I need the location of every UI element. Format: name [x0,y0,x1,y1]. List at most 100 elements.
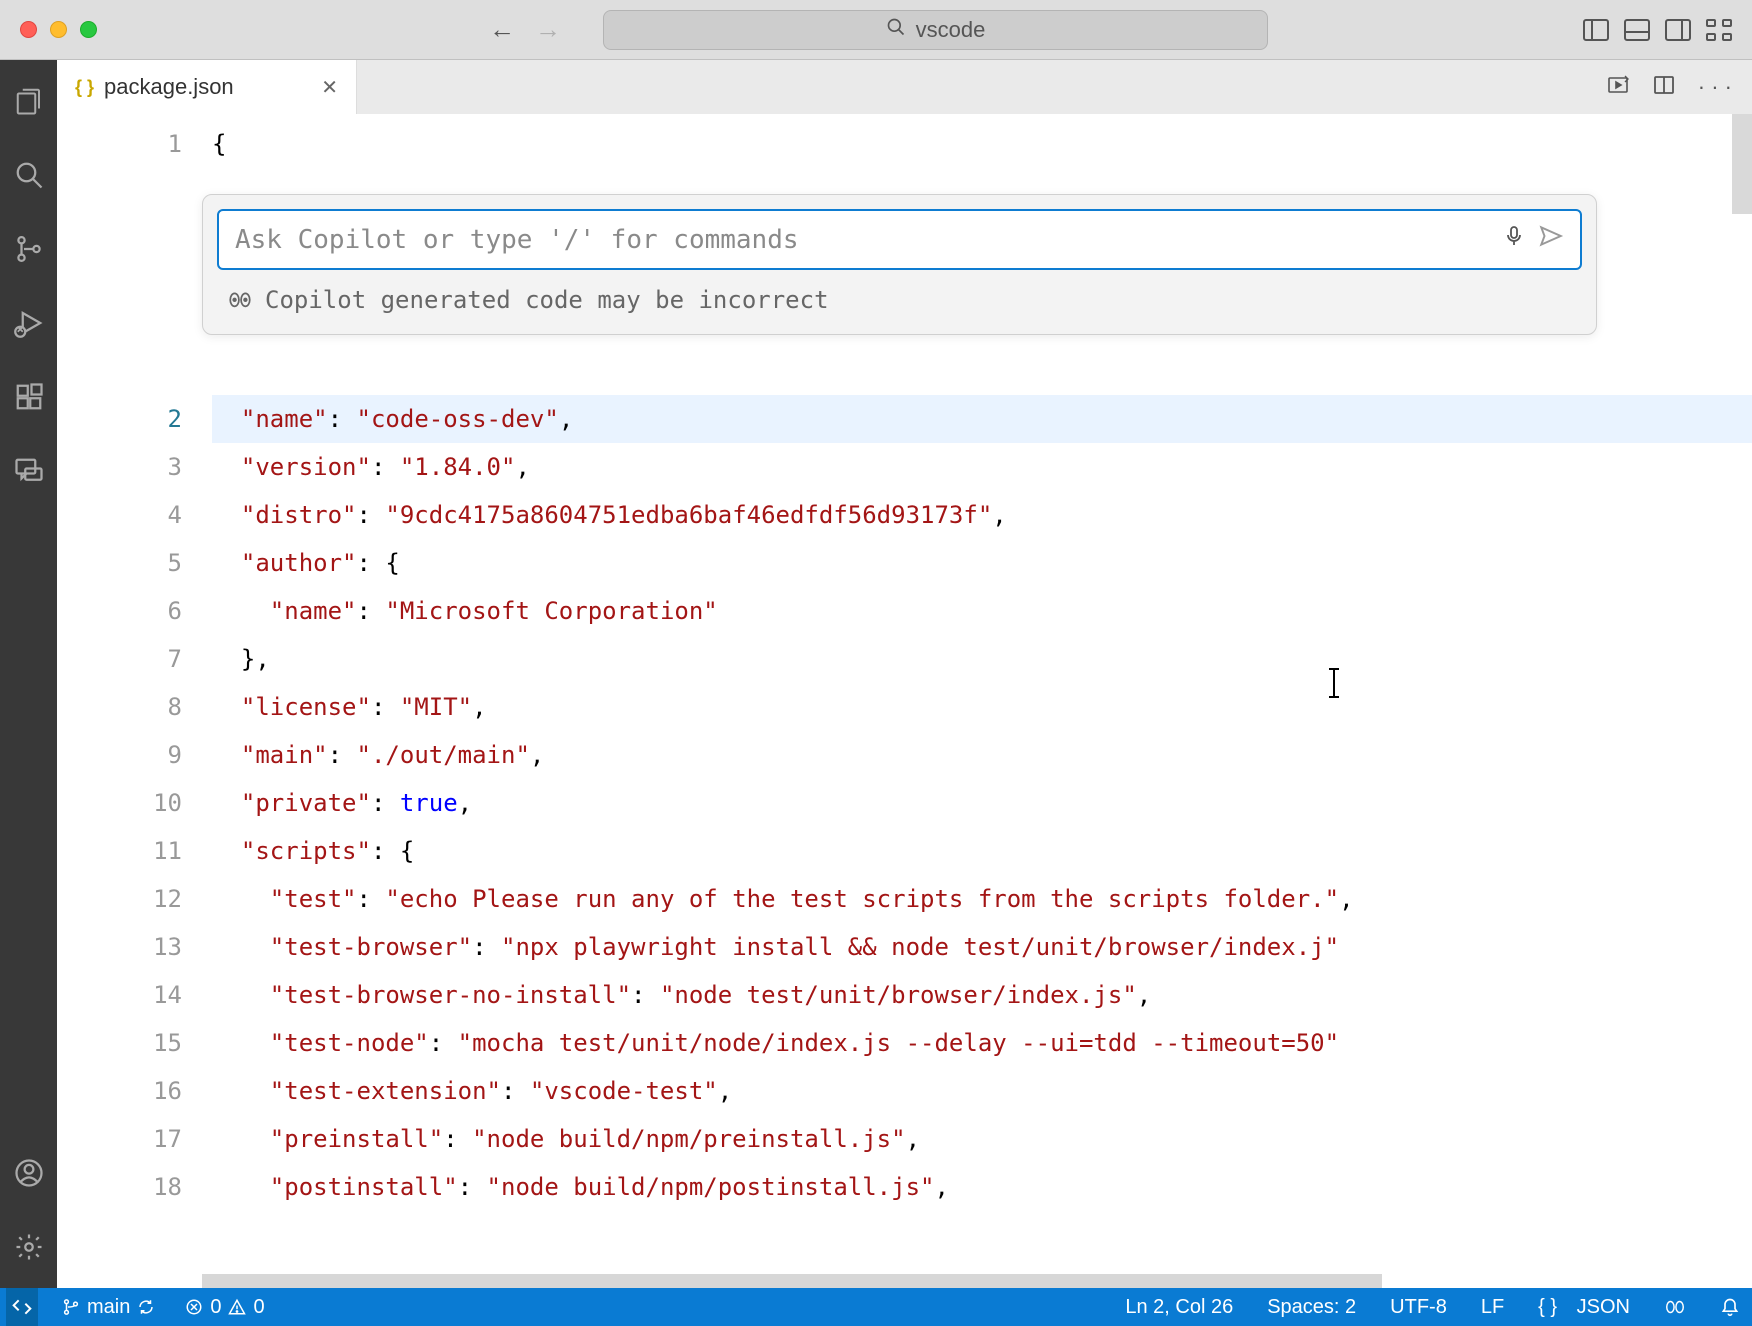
text-cursor [1333,668,1335,698]
warning-icon [228,1298,246,1316]
line-number: 5 [57,539,182,587]
microphone-icon[interactable] [1502,224,1526,255]
cursor-position[interactable]: Ln 2, Col 26 [1119,1296,1239,1319]
code-line[interactable]: "test-browser": "npx playwright install … [212,923,1752,971]
code-line[interactable]: "scripts": { [212,827,1752,875]
copilot-input[interactable] [235,225,1490,255]
remote-indicator[interactable] [6,1288,38,1326]
code-line[interactable]: "test-extension": "vscode-test", [212,1067,1752,1115]
line-number: 14 [57,971,182,1019]
code-line[interactable]: }, [212,635,1752,683]
more-actions-icon[interactable]: · · · [1698,74,1732,100]
source-control-icon[interactable] [13,233,45,265]
git-branch-status[interactable]: main [56,1296,161,1319]
tab-package-json[interactable]: { } package.json ✕ [57,60,357,114]
toggle-primary-sidebar-icon[interactable] [1583,19,1609,41]
title-bar: ← → vscode [0,0,1752,60]
code-line[interactable]: "test-node": "mocha test/unit/node/index… [212,1019,1752,1067]
line-number: 13 [57,923,182,971]
nav-forward-icon[interactable]: → [535,14,561,45]
code-line[interactable]: "name": "code-oss-dev", [212,395,1752,443]
problems-status[interactable]: 0 0 [179,1296,270,1319]
error-icon [185,1298,203,1316]
copilot-footer: Copilot generated code may be incorrect [217,270,1582,320]
line-number: 16 [57,1067,182,1115]
encoding-status[interactable]: UTF-8 [1384,1296,1453,1319]
window-minimize-button[interactable] [50,21,67,38]
command-center[interactable]: vscode [603,10,1268,50]
language-mode[interactable]: { } JSON [1532,1296,1636,1319]
line-number: 17 [57,1115,182,1163]
send-icon[interactable] [1538,223,1564,256]
line-number: 6 [57,587,182,635]
json-file-icon: { } [75,77,94,98]
code-line[interactable]: "test-browser-no-install": "node test/un… [212,971,1752,1019]
nav-buttons: ← → [489,14,561,45]
indentation-status[interactable]: Spaces: 2 [1261,1296,1362,1319]
toggle-panel-icon[interactable] [1624,19,1650,41]
horizontal-scrollbar[interactable] [202,1274,1382,1288]
editor-actions: · · · [1606,60,1752,114]
activity-bar [0,60,57,1288]
branch-name: main [87,1296,130,1319]
line-number-gutter: 123456789101112131415161718 [57,114,202,1288]
code-line[interactable]: "distro": "9cdc4175a8604751edba6baf46edf… [212,491,1752,539]
accounts-icon[interactable] [13,1157,45,1189]
tab-title: package.json [104,74,234,100]
copilot-footer-text: Copilot generated code may be incorrect [265,286,829,314]
run-file-icon[interactable] [1606,73,1630,102]
code-line[interactable]: "private": true, [212,779,1752,827]
sync-icon [137,1298,155,1316]
customize-layout-icon[interactable] [1706,19,1732,41]
code-line[interactable]: "test": "echo Please run any of the test… [212,875,1752,923]
copilot-icon [227,289,253,311]
copilot-input-wrapper [217,209,1582,270]
toggle-secondary-sidebar-icon[interactable] [1665,19,1691,41]
run-debug-icon[interactable] [13,307,45,339]
code-line[interactable]: { [212,120,1752,168]
extensions-icon[interactable] [13,381,45,413]
editor-area[interactable]: 123456789101112131415161718 { "name": "c… [57,114,1752,1288]
eol-status[interactable]: LF [1475,1296,1510,1319]
code-line[interactable]: "name": "Microsoft Corporation" [212,587,1752,635]
line-number: 12 [57,875,182,923]
nav-back-icon[interactable]: ← [489,14,515,45]
split-editor-icon[interactable] [1652,73,1676,102]
line-number: 11 [57,827,182,875]
line-number: 18 [57,1163,182,1211]
window-controls [20,21,97,38]
copilot-inline-chat: Copilot generated code may be incorrect [202,194,1597,335]
status-bar: main 0 0 Ln 2, Col 26 Spaces: 2 UTF-8 LF… [0,1288,1752,1326]
command-center-text: vscode [916,17,986,43]
line-number: 3 [57,443,182,491]
error-count: 0 [210,1296,221,1319]
tab-bar: { } package.json ✕ · · · [57,60,1752,114]
window-maximize-button[interactable] [80,21,97,38]
notifications-icon[interactable] [1714,1297,1746,1317]
window-close-button[interactable] [20,21,37,38]
code-line[interactable]: "author": { [212,539,1752,587]
line-number: 2 [57,395,182,443]
warning-count: 0 [253,1296,264,1319]
close-tab-icon[interactable]: ✕ [321,75,338,100]
search-icon[interactable] [13,159,45,191]
code-line[interactable]: "preinstall": "node build/npm/preinstall… [212,1115,1752,1163]
layout-controls [1583,19,1732,41]
code-line[interactable]: "postinstall": "node build/npm/postinsta… [212,1163,1752,1211]
code-line[interactable]: "version": "1.84.0", [212,443,1752,491]
explorer-icon[interactable] [13,85,45,117]
line-number: 7 [57,635,182,683]
line-number: 10 [57,779,182,827]
editor-group: { } package.json ✕ · · · 123456789101112… [57,60,1752,1288]
line-number: 4 [57,491,182,539]
line-number: 15 [57,1019,182,1067]
chat-icon[interactable] [13,455,45,487]
minimap[interactable] [1732,114,1752,214]
copilot-status-icon[interactable] [1658,1297,1692,1317]
code-line[interactable]: "main": "./out/main", [212,731,1752,779]
search-icon [886,17,906,43]
code-line[interactable]: "license": "MIT", [212,683,1752,731]
line-number: 9 [57,731,182,779]
settings-gear-icon[interactable] [13,1231,45,1263]
line-number: 8 [57,683,182,731]
